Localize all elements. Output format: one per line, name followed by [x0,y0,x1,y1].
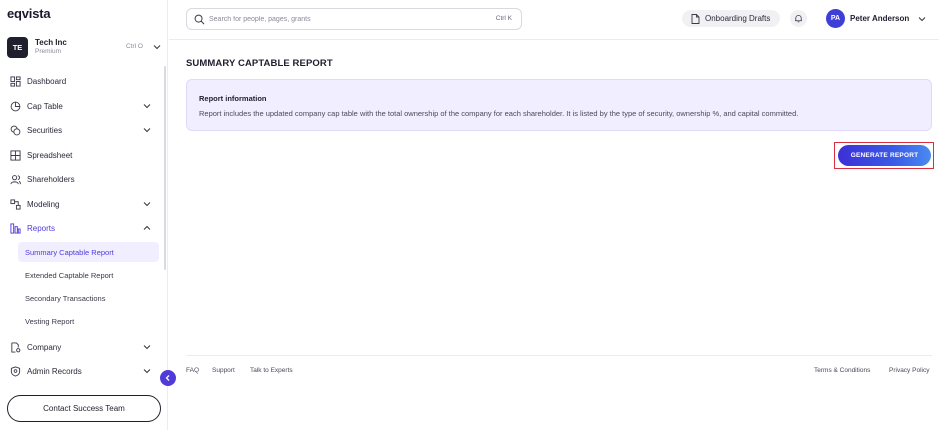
sidebar-item-dashboard[interactable]: Dashboard [10,73,156,89]
sidebar-item-securities[interactable]: Securities [10,122,156,138]
coins-icon [10,125,21,135]
footer-link-talk-to-experts[interactable]: Talk to Experts [250,367,293,374]
sidebar-subitem-vesting-report[interactable]: Vesting Report [18,311,159,331]
footer-link-terms[interactable]: Terms & Conditions [814,367,870,374]
report-info-text: Report includes the updated company cap … [199,109,799,118]
sidebar-item-label: Company [27,342,62,352]
onboarding-drafts-button[interactable]: Onboarding Drafts [682,10,780,27]
notifications-button[interactable] [790,10,807,27]
sidebar-item-reports[interactable]: Reports [10,220,156,236]
header-divider [169,39,939,40]
sidebar-subitem-secondary-transactions[interactable]: Secondary Transactions [18,288,159,308]
sidebar-item-label: Spreadsheet [27,150,73,160]
page-title: SUMMARY CAPTABLE REPORT [186,58,333,69]
pie-chart-icon [10,101,21,111]
chevron-down-icon [153,45,161,50]
footer-link-faq[interactable]: FAQ [186,367,199,374]
generate-report-button[interactable]: GENERATE REPORT [838,145,931,166]
chevron-left-icon [165,375,170,381]
footer-link-privacy[interactable]: Privacy Policy [889,367,929,374]
chevron-down-icon [143,202,151,207]
sidebar-item-shareholders[interactable]: Shareholders [10,171,156,187]
shield-icon [10,365,21,377]
footer-link-support[interactable]: Support [212,367,235,374]
reports-icon [10,222,21,234]
sidebar-item-label: Modeling [27,199,60,209]
chevron-down-icon [143,128,151,133]
avatar: PA [826,9,845,28]
global-search[interactable]: Ctrl K [186,8,522,30]
report-info-card: Report information Report includes the u… [186,79,932,131]
dashboard-icon [10,75,21,87]
onboarding-drafts-label: Onboarding Drafts [705,14,771,23]
sidebar-item-label: Admin Records [27,366,82,376]
sidebar-scrollbar[interactable] [164,66,166,270]
modeling-icon [10,198,21,210]
sidebar-item-spreadsheet[interactable]: Spreadsheet [10,147,156,163]
chevron-down-icon [143,104,151,109]
sidebar-subitem-extended-captable-report[interactable]: Extended Captable Report [18,265,159,285]
sidebar-item-label: Shareholders [27,174,75,184]
report-info-title: Report information [199,94,267,103]
chevron-up-icon [143,225,151,230]
company-name: Tech Inc [35,38,67,47]
company-switcher[interactable]: TE Tech Inc Premium Ctrl O [7,37,163,59]
chevron-down-icon [918,17,926,22]
sidebar-item-label: Dashboard [27,76,67,86]
sidebar: eqvista TE Tech Inc Premium Ctrl O Dashb… [0,0,168,430]
search-input[interactable] [209,12,469,26]
sidebar-item-label: Reports [27,223,56,233]
company-shortcut: Ctrl O [126,43,143,50]
company-plan: Premium [35,48,62,55]
sidebar-item-modeling[interactable]: Modeling [10,196,156,212]
sidebar-item-admin-records[interactable]: Admin Records [10,363,156,379]
users-icon [10,174,21,184]
sidebar-subitem-summary-captable-report[interactable]: Summary Captable Report [18,242,159,262]
document-icon [691,13,700,24]
contact-success-team-button[interactable]: Contact Success Team [7,395,161,422]
company-avatar: TE [7,37,28,58]
user-name: Peter Anderson [850,14,910,23]
search-icon [194,14,205,25]
chevron-down-icon [143,369,151,374]
sidebar-item-cap-table[interactable]: Cap Table [10,98,156,114]
chevron-down-icon [143,345,151,350]
sidebar-item-label: Securities [27,125,63,135]
app-logo[interactable]: eqvista [7,6,51,21]
company-icon [11,341,21,353]
sidebar-collapse-button[interactable] [160,370,176,386]
user-menu[interactable]: PA Peter Anderson [826,9,931,29]
grid-icon [10,149,21,161]
sidebar-item-company[interactable]: Company [10,339,156,355]
sidebar-item-label: Cap Table [27,101,63,111]
search-shortcut: Ctrl K [495,15,512,22]
footer-divider [186,355,932,356]
bell-icon [795,14,802,23]
